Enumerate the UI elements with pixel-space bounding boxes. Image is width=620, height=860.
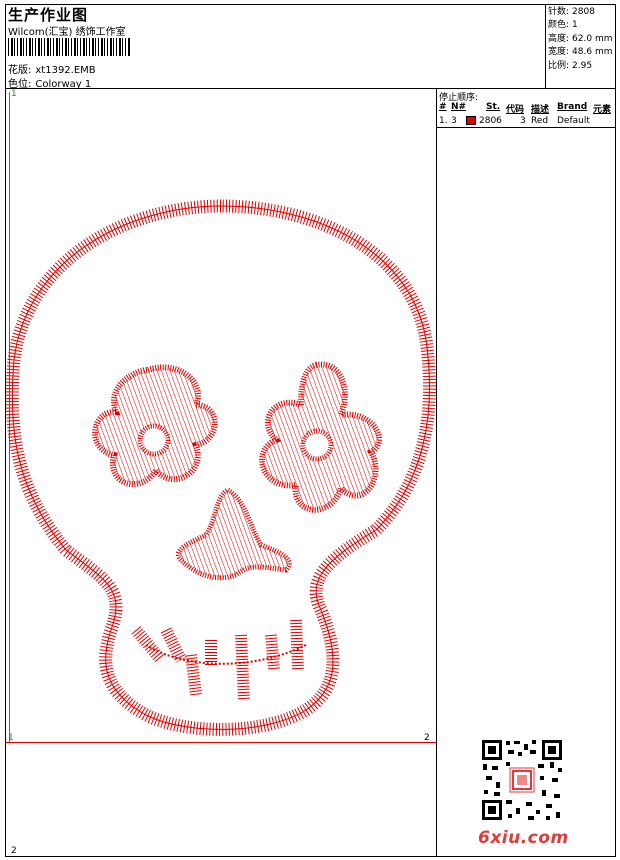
stat-width: 宽度: 48.6 mm: [548, 47, 613, 58]
stat-stitches: 针数: 2808: [548, 7, 595, 17]
thread-color-swatch: [466, 116, 476, 125]
col-brand: Brand: [557, 102, 588, 112]
row-description: Red: [531, 116, 549, 126]
studio-name: Wilcom(汇宝) 绣饰工作室: [8, 27, 126, 38]
skull-teeth: [131, 619, 304, 701]
stats-divider: [545, 4, 546, 88]
row-stitches: 2806: [479, 116, 502, 126]
col-needle: N#: [451, 102, 467, 112]
row-brand: Default: [557, 116, 590, 126]
row-code: 3: [520, 116, 526, 126]
site-watermark: 6xiu.com: [478, 828, 569, 848]
stop-table-divider: [436, 127, 616, 128]
frame-guide-line: [6, 742, 436, 743]
marker-bottom-left: 2: [11, 846, 17, 856]
col-code: 代码: [506, 105, 525, 115]
page-title: 生产作业图: [8, 6, 89, 24]
marker-top-left: 1: [11, 89, 17, 99]
sidepanel-divider: [436, 88, 437, 857]
skull-mouth: [145, 644, 307, 665]
barcode: [8, 38, 130, 56]
skull-nose: [176, 487, 292, 581]
header-divider: [5, 88, 616, 89]
qr-code: [480, 738, 564, 822]
stat-scale: 比例: 2.95: [548, 60, 593, 71]
right-eye-flower: [259, 361, 382, 513]
col-stitches: St.: [486, 102, 501, 112]
design-file: 花版: xt1392.EMB: [8, 61, 96, 76]
skull-embroidery-illustration: [6, 199, 436, 736]
stat-height: 高度: 62.0 mm: [548, 33, 613, 44]
left-eye-flower: [92, 364, 218, 488]
col-index: #: [439, 102, 447, 112]
row-index: 1.: [439, 116, 448, 126]
colorway-value: Colorway 1: [35, 79, 92, 90]
row-needle: 3: [451, 116, 457, 126]
col-element: 元素: [593, 105, 612, 115]
design-stats: 针数: 2808 颜色: 1 高度: 62.0 mm 宽度: 48.6 mm 比例: 2.…: [548, 6, 612, 73]
stat-colors: 颜色: 1: [548, 20, 578, 31]
colorway: 色位: Colorway 1: [8, 75, 91, 90]
col-description: 描述: [531, 105, 550, 115]
